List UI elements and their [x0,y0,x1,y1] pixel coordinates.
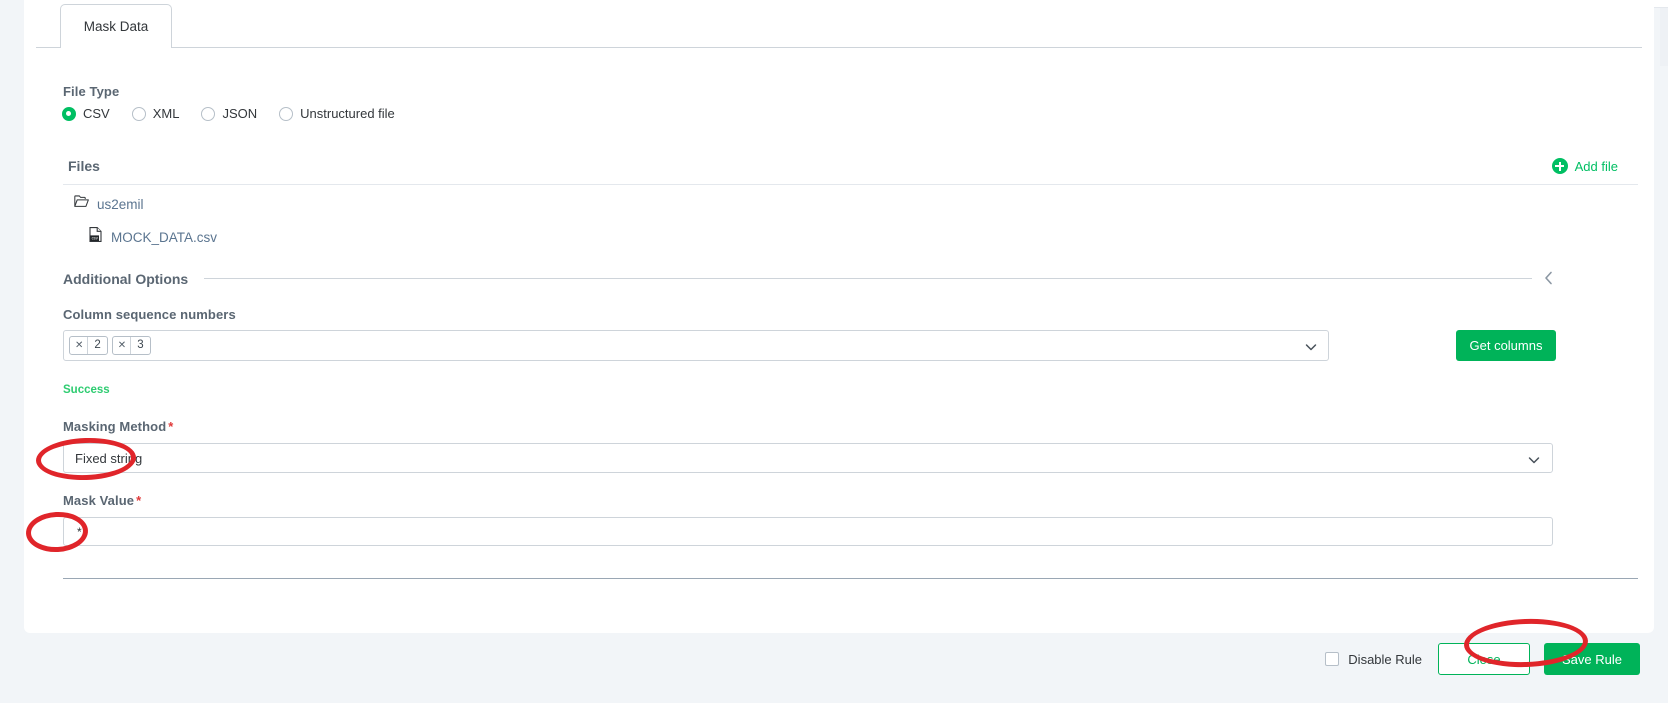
file-tree-file-item[interactable]: csv MOCK_DATA.csv [89,227,217,247]
file-type-label: File Type [63,84,120,99]
add-file-label: Add file [1574,158,1618,174]
status-message: Success [63,384,110,396]
column-sequence-label: Column sequence numbers [63,307,236,322]
mask-value-label-text: Mask Value [63,493,135,508]
page-right-rail [1660,8,1668,66]
column-sequence-tag[interactable]: ✕ 2 [69,336,108,355]
file-tree-folder-name: us2emil [97,196,144,212]
close-button[interactable]: Close [1438,643,1530,675]
additional-options-divider [204,278,1532,279]
open-folder-icon [74,195,89,213]
rule-editor-card: Mask Data File Type CSV XML JSON Unstruc… [24,0,1654,633]
column-sequence-tag-value: 3 [137,339,144,351]
column-sequence-multiselect[interactable]: ✕ 2 ✕ 3 [63,330,1329,361]
files-divider [63,184,1638,185]
add-file-button[interactable]: Add file [1551,158,1618,174]
save-rule-button[interactable]: Save Rule [1544,643,1640,675]
radio-icon-json [201,106,216,121]
mask-value-label: Mask Value * [63,493,141,508]
column-sequence-tag-value: 2 [94,339,101,351]
file-tree-file-name: MOCK_DATA.csv [111,229,218,245]
radio-option-csv[interactable]: CSV [62,106,110,121]
checkbox-icon [1325,652,1340,666]
mask-value-input[interactable] [63,517,1553,546]
close-x-icon[interactable]: ✕ [113,337,132,354]
svg-text:csv: csv [92,236,99,241]
csv-file-icon: csv [89,227,102,247]
chevron-down-icon[interactable] [1304,340,1318,359]
card-bottom-divider [63,578,1638,579]
plus-circle-icon [1551,158,1568,174]
disable-rule-label: Disable Rule [1348,651,1422,667]
close-x-icon[interactable]: ✕ [70,337,89,354]
additional-options-title: Additional Options [63,271,189,287]
required-marker: * [136,493,142,508]
masking-method-select[interactable]: Fixed string [63,443,1553,473]
disable-rule-checkbox[interactable]: Disable Rule [1325,652,1422,667]
radio-label-xml: XML [152,106,180,121]
required-marker: * [168,419,174,434]
masking-method-label-text: Masking Method [63,419,167,434]
radio-option-unstructured-file[interactable]: Unstructured file [279,106,395,121]
tab-mask-data-label: Mask Data [83,19,149,34]
file-type-radio-group: CSV XML JSON Unstructured file [62,106,417,121]
tab-bar: Mask Data [36,0,1642,48]
masking-method-value: Fixed string [75,450,143,466]
dialog-footer: Disable Rule Close Save Rule [0,633,1668,703]
radio-label-unstructured-file: Unstructured file [300,106,395,121]
radio-icon-xml [131,106,146,121]
column-sequence-tag[interactable]: ✕ 3 [111,336,151,355]
file-tree-folder-item[interactable]: us2emil [74,195,144,213]
radio-icon-unstructured-file [279,106,294,121]
radio-option-json[interactable]: JSON [201,106,257,121]
chevron-down-icon[interactable] [1527,453,1541,470]
tab-mask-data[interactable]: Mask Data [60,4,172,48]
left-gutter [0,0,24,633]
radio-label-csv: CSV [83,106,110,121]
mask-data-rule-editor: Mask Data File Type CSV XML JSON Unstruc… [0,0,1668,703]
tab-underline-left [36,47,60,48]
get-columns-button[interactable]: Get columns [1456,330,1556,361]
masking-method-label: Masking Method * [63,419,173,434]
files-section-title: Files [68,158,100,174]
radio-label-json: JSON [222,106,258,121]
radio-option-xml[interactable]: XML [131,106,180,121]
tab-underline [172,47,1642,48]
chevron-left-icon[interactable] [1540,269,1558,287]
radio-icon-csv [62,106,76,121]
